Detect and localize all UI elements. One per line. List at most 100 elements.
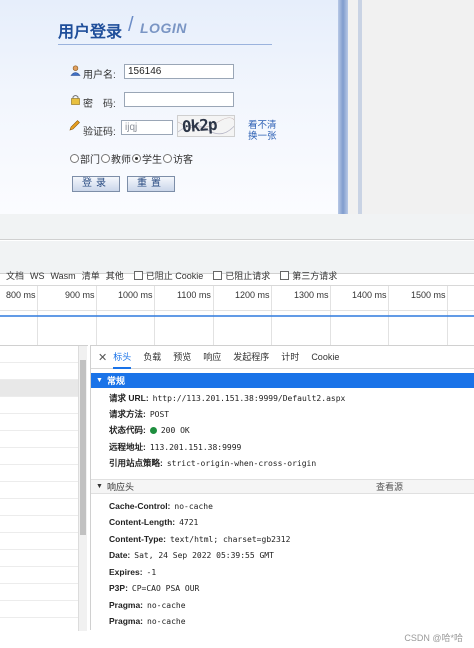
request-row[interactable]: [0, 482, 78, 499]
request-row[interactable]: [0, 533, 78, 550]
filter-other[interactable]: 其他: [106, 269, 124, 282]
third-party-label: 第三方请求: [292, 271, 338, 281]
password-input[interactable]: [124, 92, 234, 107]
role-label-dept: 部门: [80, 155, 100, 166]
tab-initiator[interactable]: 发起程序: [233, 346, 269, 369]
tab-timing[interactable]: 计时: [281, 346, 299, 369]
reset-button[interactable]: 重置: [127, 176, 175, 192]
timeline-tick: 1400 ms: [352, 290, 387, 300]
header-key: 状态代码:: [109, 425, 146, 435]
role-radio-teacher[interactable]: [101, 154, 110, 163]
response-headers-title: 响应头: [106, 482, 134, 492]
request-row[interactable]: [0, 397, 78, 414]
login-title: 用户登录: [58, 24, 123, 41]
general-row-url: 请求 URL: http://113.201.151.38:9999/Defau…: [109, 391, 345, 405]
general-row-remote: 远程地址: 113.201.151.38:9999: [109, 440, 241, 454]
header-key: Cache-Control:: [109, 501, 171, 511]
captcha-image[interactable]: 0k2p: [177, 115, 235, 137]
header-value: -1: [146, 567, 157, 577]
tab-response[interactable]: 响应: [203, 346, 221, 369]
header-value: no-cache: [174, 501, 213, 511]
header-value: no-cache: [147, 600, 186, 610]
header-key: 请求方法:: [109, 409, 146, 419]
filter-doc[interactable]: 文档: [6, 269, 24, 282]
timeline-tick: 1100 ms: [177, 290, 211, 300]
request-row[interactable]: [0, 414, 78, 431]
tab-payload[interactable]: 负载: [143, 346, 161, 369]
captcha-input[interactable]: [121, 120, 173, 135]
response-header-row: Expires: -1: [109, 565, 156, 579]
tab-headers[interactable]: 标头: [113, 346, 132, 369]
filter-ws[interactable]: WS: [30, 271, 45, 281]
request-row[interactable]: [0, 346, 78, 363]
window-edge-secondary: [358, 0, 362, 214]
username-input[interactable]: [124, 64, 234, 79]
filter-manifest[interactable]: 清单: [82, 269, 100, 282]
role-label-teacher: 教师: [111, 155, 131, 166]
timeline-tick: 1500 ms: [411, 290, 446, 300]
login-panel: 用户登录 / LOGIN 用户名: 密 码: 验证码: 0k2p: [0, 0, 338, 214]
header-key: P3P:: [109, 583, 128, 593]
header-key: 请求 URL:: [109, 393, 149, 403]
request-row[interactable]: [0, 448, 78, 465]
network-timeline[interactable]: 800 ms 900 ms 1000 ms 1100 ms 1200 ms 13…: [0, 285, 474, 346]
request-row-selected[interactable]: [0, 380, 78, 397]
header-value: text/html; charset=gb2312: [169, 534, 291, 544]
devtools-toolbar-top: [0, 214, 474, 240]
refresh-captcha-link[interactable]: 看不清 换一张: [248, 120, 277, 142]
response-header-row: P3P: CP=CAO PSA OUR: [109, 581, 199, 595]
third-party-checkbox[interactable]: [280, 271, 290, 280]
general-row-method: 请求方法: POST: [109, 407, 169, 421]
collapse-triangle-icon: ▼: [96, 377, 103, 384]
timeline-domcontentloaded-marker: [0, 315, 474, 317]
request-row[interactable]: [0, 601, 78, 618]
captcha-text: 0k2p: [181, 115, 218, 137]
tab-cookie[interactable]: Cookie: [311, 346, 339, 369]
refresh-captcha-line1: 看不清: [248, 120, 277, 131]
role-radio-visitor[interactable]: [163, 154, 172, 163]
filter-wasm[interactable]: Wasm: [51, 271, 76, 281]
response-headers-section-header[interactable]: ▼ 响应头 查看源: [91, 479, 474, 494]
view-source-link[interactable]: 查看源: [376, 480, 403, 493]
request-list-scrollbar[interactable]: [78, 346, 87, 631]
captcha-label: 验证码:: [83, 127, 116, 138]
request-row[interactable]: [0, 567, 78, 584]
login-title-en: LOGIN: [140, 20, 187, 36]
third-party-filter[interactable]: 第三方请求: [280, 269, 337, 282]
header-value: no-cache: [147, 616, 186, 626]
scrollbar-thumb[interactable]: [80, 360, 86, 535]
role-radio-student[interactable]: [132, 154, 141, 163]
blocked-cookies-checkbox[interactable]: [133, 271, 143, 280]
header-value: 113.201.151.38:9999: [149, 442, 242, 452]
timeline-tick: 900 ms: [65, 290, 95, 300]
request-list: [0, 345, 88, 631]
general-section-header[interactable]: ▼ 常规: [91, 373, 474, 388]
general-row-referrer-policy: 引用站点策略: strict-origin-when-cross-origin: [109, 456, 316, 470]
request-row[interactable]: [0, 499, 78, 516]
role-radio-dept[interactable]: [70, 154, 79, 163]
tab-preview[interactable]: 预览: [173, 346, 191, 369]
response-header-row: Cache-Control: no-cache: [109, 499, 213, 513]
request-row[interactable]: [0, 584, 78, 601]
timeline-tick: 800 ms: [6, 290, 36, 300]
request-row[interactable]: [0, 550, 78, 567]
request-row[interactable]: [0, 431, 78, 448]
status-ok-dot-icon: [149, 426, 157, 434]
blocked-cookies-label: 已阻止 Cookie: [145, 271, 204, 281]
login-button[interactable]: 登录: [72, 176, 120, 192]
refresh-captcha-line2: 换一张: [248, 131, 277, 142]
login-title-slash: /: [128, 14, 134, 36]
header-key: Expires:: [109, 567, 143, 577]
blocked-requests-checkbox[interactable]: [213, 271, 223, 280]
blocked-cookies-filter[interactable]: 已阻止 Cookie: [133, 269, 204, 282]
header-key: 远程地址:: [109, 442, 146, 452]
request-row[interactable]: [0, 465, 78, 482]
close-icon[interactable]: ✕: [98, 351, 107, 364]
collapse-triangle-icon: ▼: [96, 483, 103, 490]
role-label-visitor: 访客: [173, 155, 193, 166]
blocked-requests-filter[interactable]: 已阻止请求: [213, 269, 270, 282]
request-row[interactable]: [0, 516, 78, 533]
header-value: POST: [149, 409, 170, 419]
response-header-row: Date: Sat, 24 Sep 2022 05:39:55 GMT: [109, 548, 274, 562]
request-row[interactable]: [0, 363, 78, 380]
